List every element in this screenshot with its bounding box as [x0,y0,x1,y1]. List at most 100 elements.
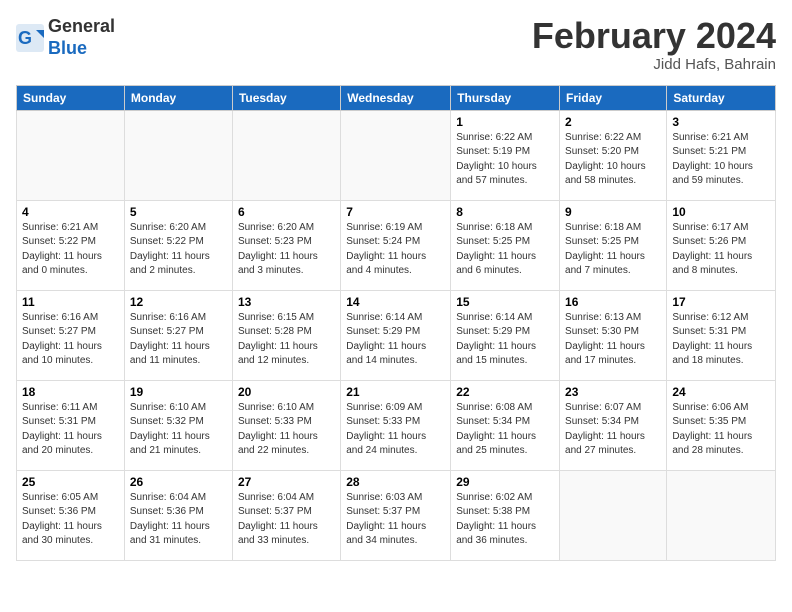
day-number: 13 [238,295,335,309]
day-cell: 25 Sunrise: 6:05 AMSunset: 5:36 PMDayligh… [17,470,125,560]
day-number: 2 [565,115,661,129]
day-info: Sunrise: 6:13 AMSunset: 5:30 PMDaylight:… [565,311,661,369]
day-number: 27 [238,475,335,489]
week-row-3: 11 Sunrise: 6:16 AMSunset: 5:27 PMDayligh… [17,290,776,380]
day-info: Sunrise: 6:21 AMSunset: 5:22 PMDaylight:… [22,221,119,279]
week-row-4: 18 Sunrise: 6:11 AMSunset: 5:31 PMDayligh… [17,380,776,470]
day-number: 17 [672,295,770,309]
col-header-friday: Friday [560,85,667,110]
day-number: 23 [565,385,661,399]
day-cell: 1 Sunrise: 6:22 AMSunset: 5:19 PMDaylight… [451,110,560,200]
day-cell: 26Sunrise: 6:04 AMSunset: 5:36 PMDayligh… [124,470,232,560]
day-cell: 8 Sunrise: 6:18 AMSunset: 5:25 PMDaylight… [451,200,560,290]
day-number: 20 [238,385,335,399]
day-number: 12 [130,295,227,309]
day-cell: 2 Sunrise: 6:22 AMSunset: 5:20 PMDaylight… [560,110,667,200]
day-cell: 18 Sunrise: 6:11 AMSunset: 5:31 PMDayligh… [17,380,125,470]
day-info: Sunrise: 6:16 AMSunset: 5:27 PMDaylight:… [130,311,227,369]
day-number: 25 [22,475,119,489]
day-info: Sunrise: 6:20 AMSunset: 5:22 PMDaylight:… [130,221,227,279]
day-cell: 29 Sunrise: 6:02 AMSunset: 5:38 PMDayligh… [451,470,560,560]
day-cell: 6 Sunrise: 6:20 AMSunset: 5:23 PMDaylight… [232,200,340,290]
day-info: Sunrise: 6:16 AMSunset: 5:27 PMDaylight:… [22,311,119,369]
day-number: 11 [22,295,119,309]
col-header-sunday: Sunday [17,85,125,110]
day-cell: 7Sunrise: 6:19 AMSunset: 5:24 PMDaylight… [341,200,451,290]
day-number: 9 [565,205,661,219]
title-block: February 2024 Jidd Hafs, Bahrain [532,16,776,73]
day-number: 18 [22,385,119,399]
day-number: 26 [130,475,227,489]
day-info: Sunrise: 6:20 AMSunset: 5:23 PMDaylight:… [238,221,335,279]
day-info: Sunrise: 6:18 AMSunset: 5:25 PMDaylight:… [565,221,661,279]
day-info: Sunrise: 6:18 AMSunset: 5:25 PMDaylight:… [456,221,554,279]
day-cell: 15 Sunrise: 6:14 AMSunset: 5:29 PMDayligh… [451,290,560,380]
day-number: 3 [672,115,770,129]
day-info: Sunrise: 6:15 AMSunset: 5:28 PMDaylight:… [238,311,335,369]
day-number: 28 [346,475,445,489]
day-info: Sunrise: 6:09 AMSunset: 5:33 PMDaylight:… [346,401,445,459]
col-header-monday: Monday [124,85,232,110]
day-cell: 20 Sunrise: 6:10 AMSunset: 5:33 PMDayligh… [232,380,340,470]
day-cell: 14Sunrise: 6:14 AMSunset: 5:29 PMDayligh… [341,290,451,380]
day-cell: 13 Sunrise: 6:15 AMSunset: 5:28 PMDayligh… [232,290,340,380]
day-number: 21 [346,385,445,399]
day-number: 22 [456,385,554,399]
day-cell: 19Sunrise: 6:10 AMSunset: 5:32 PMDayligh… [124,380,232,470]
day-info: Sunrise: 6:05 AMSunset: 5:36 PMDaylight:… [22,491,119,549]
day-info: Sunrise: 6:14 AMSunset: 5:29 PMDaylight:… [346,311,445,369]
col-header-thursday: Thursday [451,85,560,110]
day-number: 16 [565,295,661,309]
day-info: Sunrise: 6:10 AMSunset: 5:33 PMDaylight:… [238,401,335,459]
day-cell [124,110,232,200]
col-header-wednesday: Wednesday [341,85,451,110]
day-number: 6 [238,205,335,219]
day-info: Sunrise: 6:22 AMSunset: 5:20 PMDaylight:… [565,131,661,189]
day-cell: 16 Sunrise: 6:13 AMSunset: 5:30 PMDayligh… [560,290,667,380]
logo-text: General Blue [48,16,115,59]
week-row-2: 4 Sunrise: 6:21 AMSunset: 5:22 PMDaylight… [17,200,776,290]
month-title: February 2024 [532,16,776,56]
day-info: Sunrise: 6:10 AMSunset: 5:32 PMDaylight:… [130,401,227,459]
day-info: Sunrise: 6:22 AMSunset: 5:19 PMDaylight:… [456,131,554,189]
day-info: Sunrise: 6:11 AMSunset: 5:31 PMDaylight:… [22,401,119,459]
day-cell: 17Sunrise: 6:12 AMSunset: 5:31 PMDayligh… [667,290,776,380]
day-cell [232,110,340,200]
day-cell: 27Sunrise: 6:04 AMSunset: 5:37 PMDayligh… [232,470,340,560]
day-cell [341,110,451,200]
day-cell: 21 Sunrise: 6:09 AMSunset: 5:33 PMDayligh… [341,380,451,470]
day-cell: 5 Sunrise: 6:20 AMSunset: 5:22 PMDaylight… [124,200,232,290]
day-number: 1 [456,115,554,129]
week-row-5: 25 Sunrise: 6:05 AMSunset: 5:36 PMDayligh… [17,470,776,560]
day-cell: 28 Sunrise: 6:03 AMSunset: 5:37 PMDayligh… [341,470,451,560]
day-number: 29 [456,475,554,489]
svg-text:G: G [18,28,32,48]
logo-line1: General [48,16,115,38]
day-cell: 10Sunrise: 6:17 AMSunset: 5:26 PMDayligh… [667,200,776,290]
day-number: 4 [22,205,119,219]
logo-icon: G [16,24,44,52]
logo-line2: Blue [48,38,115,60]
page-header: G General Blue February 2024 Jidd Hafs, … [16,16,776,73]
day-info: Sunrise: 6:19 AMSunset: 5:24 PMDaylight:… [346,221,445,279]
calendar-header-row: SundayMondayTuesdayWednesdayThursdayFrid… [17,85,776,110]
day-cell: 3Sunrise: 6:21 AMSunset: 5:21 PMDaylight… [667,110,776,200]
day-cell: 24Sunrise: 6:06 AMSunset: 5:35 PMDayligh… [667,380,776,470]
day-number: 15 [456,295,554,309]
day-cell: 4 Sunrise: 6:21 AMSunset: 5:22 PMDaylight… [17,200,125,290]
location: Jidd Hafs, Bahrain [532,56,776,73]
day-info: Sunrise: 6:14 AMSunset: 5:29 PMDaylight:… [456,311,554,369]
day-cell: 23 Sunrise: 6:07 AMSunset: 5:34 PMDayligh… [560,380,667,470]
day-number: 8 [456,205,554,219]
day-cell: 11 Sunrise: 6:16 AMSunset: 5:27 PMDayligh… [17,290,125,380]
day-cell [667,470,776,560]
day-info: Sunrise: 6:07 AMSunset: 5:34 PMDaylight:… [565,401,661,459]
day-info: Sunrise: 6:17 AMSunset: 5:26 PMDaylight:… [672,221,770,279]
logo: G General Blue [16,16,115,59]
col-header-saturday: Saturday [667,85,776,110]
day-number: 24 [672,385,770,399]
day-number: 5 [130,205,227,219]
day-info: Sunrise: 6:03 AMSunset: 5:37 PMDaylight:… [346,491,445,549]
day-cell: 22Sunrise: 6:08 AMSunset: 5:34 PMDayligh… [451,380,560,470]
day-info: Sunrise: 6:02 AMSunset: 5:38 PMDaylight:… [456,491,554,549]
